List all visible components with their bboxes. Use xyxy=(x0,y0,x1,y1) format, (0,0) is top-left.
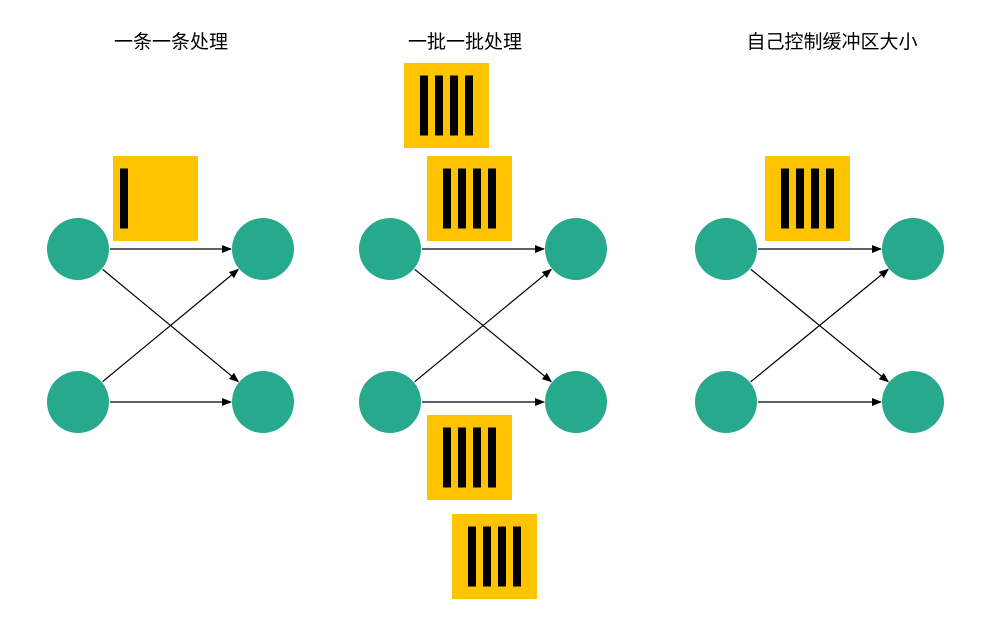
record-bar xyxy=(458,168,466,229)
node-sink-bottom xyxy=(882,371,944,433)
record-bar xyxy=(443,427,451,488)
record-bar xyxy=(450,75,458,136)
packet-box xyxy=(427,415,512,500)
packet-box xyxy=(452,514,537,599)
node-source-top xyxy=(695,218,757,280)
record-bar xyxy=(488,427,496,488)
record-bar xyxy=(826,168,834,229)
node-source-bottom xyxy=(695,371,757,433)
node-source-top xyxy=(47,218,109,280)
record-bar xyxy=(488,168,496,229)
node-source-bottom xyxy=(47,371,109,433)
data-packet-2 xyxy=(427,156,512,241)
panel-custom-buffer xyxy=(695,156,944,433)
dataflow-diagram: 一条一条处理 一批一批处理 自己控制缓冲区大小 xyxy=(47,31,944,599)
record-bar xyxy=(796,168,804,229)
panel-one-by-one xyxy=(47,156,294,433)
record-bar xyxy=(420,75,428,136)
data-packet-1 xyxy=(113,156,198,241)
packet-box xyxy=(765,156,850,241)
record-bar xyxy=(473,427,481,488)
data-packet-4 xyxy=(452,514,537,599)
packet-box xyxy=(427,156,512,241)
record-bar xyxy=(465,75,473,136)
diagram-canvas: 一条一条处理 一批一批处理 自己控制缓冲区大小 xyxy=(0,0,991,621)
panel-title-one-by-one: 一条一条处理 xyxy=(114,31,228,53)
record-bar xyxy=(513,526,521,587)
record-bar xyxy=(443,168,451,229)
record-bar xyxy=(498,526,506,587)
record-bar xyxy=(468,526,476,587)
record-bar xyxy=(473,168,481,229)
data-packet-3 xyxy=(427,415,512,500)
node-sink-top xyxy=(882,218,944,280)
data-packet-1 xyxy=(765,156,850,241)
record-bar xyxy=(435,75,443,136)
packet-box xyxy=(404,63,489,148)
node-sink-top xyxy=(545,218,607,280)
record-bar xyxy=(120,168,128,229)
panel-batch-by-batch xyxy=(359,63,607,599)
record-bar xyxy=(811,168,819,229)
node-sink-top xyxy=(232,218,294,280)
data-packet-1 xyxy=(404,63,489,148)
panel-title-custom-buffer: 自己控制缓冲区大小 xyxy=(746,31,917,53)
record-bar xyxy=(781,168,789,229)
node-sink-bottom xyxy=(232,371,294,433)
record-bar xyxy=(458,427,466,488)
node-source-top xyxy=(359,218,421,280)
panel-title-batch: 一批一批处理 xyxy=(408,31,522,53)
node-source-bottom xyxy=(359,371,421,433)
record-bar xyxy=(483,526,491,587)
node-sink-bottom xyxy=(545,371,607,433)
